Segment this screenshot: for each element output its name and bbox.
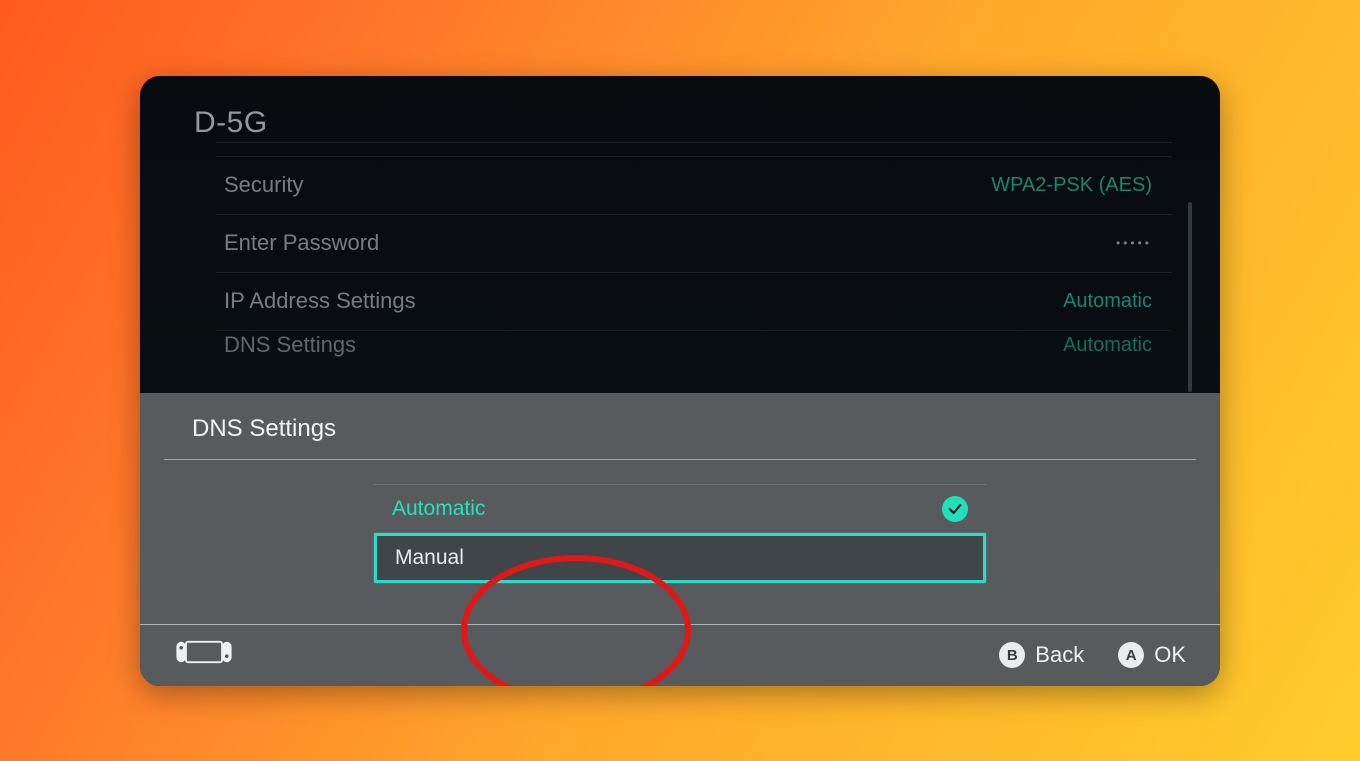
ok-action[interactable]: A OK [1118,642,1186,668]
security-label: Security [224,172,303,198]
footer-bar: B Back A OK [140,624,1220,686]
b-button-icon: B [999,642,1025,668]
security-value: WPA2-PSK (AES) [991,174,1152,197]
back-label: Back [1035,642,1084,668]
device-screen: D-5G SSID BG1070AC2-5G Security WPA2-PSK… [140,76,1220,686]
ok-label: OK [1154,642,1186,668]
footer-actions: B Back A OK [999,642,1186,668]
dns-label: DNS Settings [224,332,356,358]
option-manual-label: Manual [395,546,464,570]
row-ip-settings[interactable]: IP Address Settings Automatic [216,272,1172,330]
option-automatic[interactable]: Automatic [374,484,986,534]
row-security[interactable]: Security WPA2-PSK (AES) [216,156,1172,214]
network-settings-panel: D-5G SSID BG1070AC2-5G Security WPA2-PSK… [140,76,1220,372]
modal-title: DNS Settings [140,393,1220,459]
option-manual[interactable]: Manual [374,533,986,583]
ip-value: Automatic [1063,290,1152,313]
option-automatic-label: Automatic [392,497,485,521]
settings-list: SSID BG1070AC2-5G Security WPA2-PSK (AES… [216,142,1172,372]
dns-value: Automatic [1063,334,1152,357]
scrollbar[interactable] [1188,202,1192,392]
row-dns-settings[interactable]: DNS Settings Automatic [216,330,1172,372]
divider [164,459,1196,460]
row-password[interactable]: Enter Password ••••• [216,214,1172,272]
controller-icon [174,637,234,673]
network-title: D-5G [140,76,1220,142]
options-list: Automatic Manual [140,460,1220,624]
a-button-icon: A [1118,642,1144,668]
password-value: ••••• [1116,236,1152,250]
dns-settings-modal: DNS Settings Automatic Manual [140,393,1220,686]
ip-label: IP Address Settings [224,288,416,314]
password-label: Enter Password [224,230,379,256]
checkmark-icon [942,496,968,522]
back-action[interactable]: B Back [999,642,1084,668]
row-ssid[interactable]: SSID BG1070AC2-5G [216,142,1172,156]
